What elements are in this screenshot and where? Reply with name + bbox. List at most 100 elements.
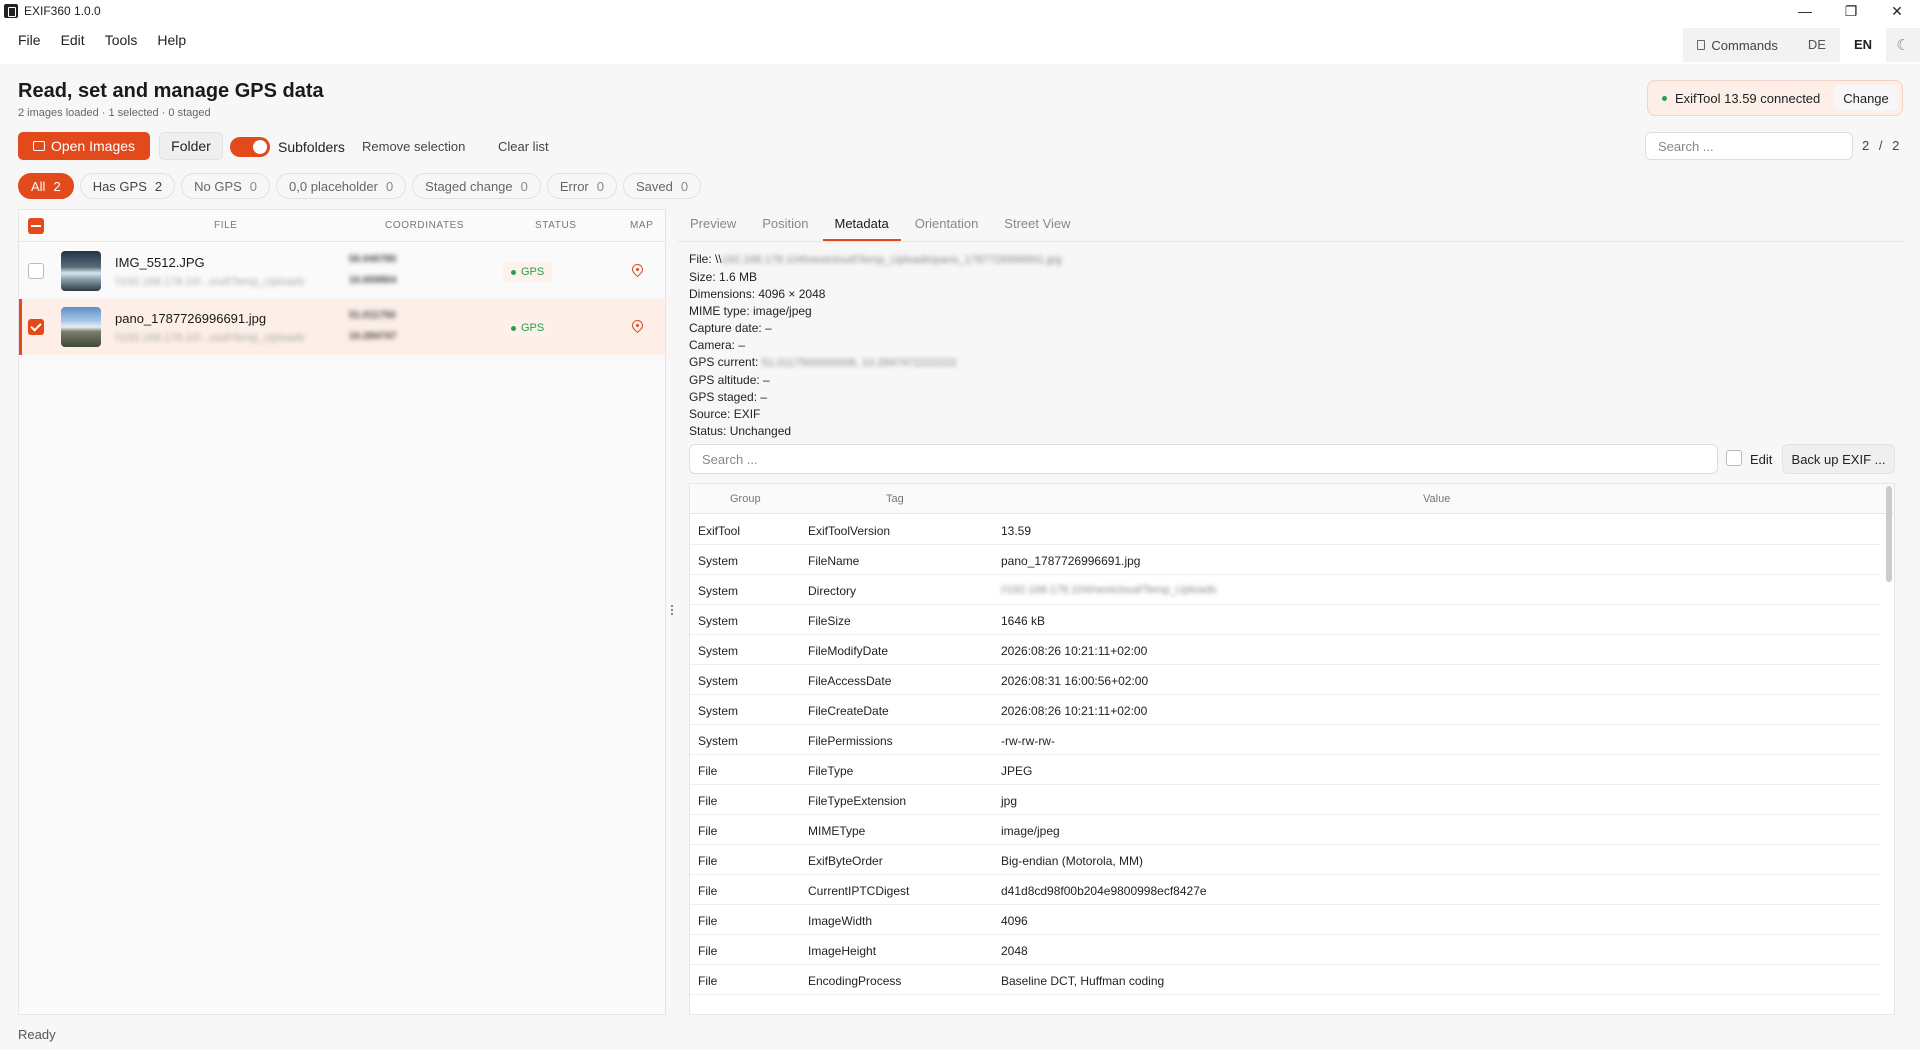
metadata-table: Group Tag Value ExifTool ExifToolVersion 1… <box>689 483 1895 1015</box>
table-row[interactable]: File FileType JPEG <box>690 755 1880 785</box>
pager-indicator: 2 / 2 <box>1862 138 1903 153</box>
open-images-button[interactable]: Open Images <box>18 132 150 160</box>
table-row[interactable]: File ImageHeight 2048 <box>690 935 1880 965</box>
filter-error[interactable]: Error 0 <box>546 173 617 199</box>
commands-label: Commands <box>1711 37 1778 53</box>
theme-toggle-icon[interactable]: ☾ <box>1886 28 1920 62</box>
metadata-tag: FileName <box>808 554 860 568</box>
commands-button[interactable]: Commands <box>1683 38 1793 53</box>
row-checkbox[interactable] <box>28 263 44 279</box>
select-all-checkbox[interactable] <box>28 218 44 234</box>
close-icon[interactable]: ✕ <box>1874 0 1920 22</box>
column-value[interactable]: Value <box>1423 493 1450 505</box>
tab-street-view[interactable]: Street View <box>992 209 1082 241</box>
lang-de-button[interactable]: DE <box>1794 28 1840 62</box>
window-title: EXIF360 1.0.0 <box>24 4 101 18</box>
metadata-group: System <box>698 584 739 598</box>
tab-metadata[interactable]: Metadata <box>822 209 901 241</box>
change-exiftool-button[interactable]: Change <box>1834 85 1898 111</box>
row-checkbox[interactable] <box>28 319 44 335</box>
menu-file[interactable]: File <box>8 29 51 51</box>
edit-checkbox[interactable] <box>1726 450 1742 466</box>
status-badge: GPS <box>503 262 553 282</box>
metadata-group: System <box>698 644 739 658</box>
metadata-value: //192.168.178.104/nextcloud/Temp_Uploads <box>1001 584 1217 596</box>
table-row[interactable]: pano_1787726996691.jpg \\192.168.178.10\… <box>19 299 665 355</box>
table-row[interactable]: File ImageWidth 4096 <box>690 905 1880 935</box>
metadata-tag: ExifByteOrder <box>808 854 883 868</box>
file-search-input[interactable] <box>1645 132 1853 160</box>
edit-label: Edit <box>1750 452 1773 467</box>
table-row[interactable]: File FileTypeExtension jpg <box>690 785 1880 815</box>
tab-preview[interactable]: Preview <box>678 209 748 241</box>
table-row[interactable]: File CurrentIPTCDigest d41d8cd98f00b204e98… <box>690 875 1880 905</box>
table-row[interactable]: System FileName pano_1787726996691.jpg <box>690 545 1880 575</box>
maximize-icon[interactable]: ❐ <box>1828 0 1874 22</box>
metadata-group: File <box>698 944 718 958</box>
table-row[interactable]: File EncodingProcess Baseline DCT, Huffman… <box>690 965 1880 995</box>
backup-exif-button[interactable]: Back up EXIF ... <box>1782 444 1895 474</box>
map-pin-icon[interactable] <box>629 261 646 278</box>
pane-splitter-handle[interactable] <box>670 605 674 619</box>
info-dimensions: Dimensions: 4096 × 2048 <box>689 287 826 301</box>
chip-count: 2 <box>53 178 61 194</box>
metadata-group: System <box>698 674 739 688</box>
filter-saved[interactable]: Saved 0 <box>623 173 702 199</box>
chip-label: No GPS <box>194 178 242 194</box>
menu-help[interactable]: Help <box>147 29 196 51</box>
metadata-group: File <box>698 794 718 808</box>
gps-current-label: GPS current: <box>689 355 759 369</box>
map-pin-icon[interactable] <box>629 317 646 334</box>
table-row[interactable]: System FileModifyDate 2026:08:26 10:21:11+… <box>690 635 1880 665</box>
column-group[interactable]: Group <box>730 493 761 505</box>
tab-position[interactable]: Position <box>750 209 820 241</box>
tab-orientation[interactable]: Orientation <box>903 209 991 241</box>
filter-no-gps[interactable]: No GPS 0 <box>181 173 271 199</box>
column-coordinates[interactable]: COORDINATES <box>385 220 464 231</box>
table-row[interactable]: System Directory //192.168.178.104/nextclo… <box>690 575 1880 605</box>
metadata-value: Big-endian (Motorola, MM) <box>1001 854 1144 868</box>
file-name: pano_1787726996691.jpg <box>115 311 267 326</box>
metadata-group: System <box>698 614 739 628</box>
menu-tools[interactable]: Tools <box>95 29 148 51</box>
metadata-tag: FilePermissions <box>808 734 893 748</box>
table-row[interactable]: IMG_5512.JPG \\192.168.178.10\...oud\Tem… <box>19 243 665 299</box>
longitude: 10.659804 <box>349 275 397 286</box>
metadata-tag: FileSize <box>808 614 851 628</box>
folder-button[interactable]: Folder <box>159 132 223 160</box>
lang-en-button[interactable]: EN <box>1839 28 1886 62</box>
column-tag[interactable]: Tag <box>886 493 904 505</box>
table-row[interactable]: File ExifByteOrder Big-endian (Motorola, M… <box>690 845 1880 875</box>
subfolders-toggle[interactable] <box>230 137 270 157</box>
metadata-group: File <box>698 884 718 898</box>
minimize-icon[interactable]: — <box>1782 0 1828 22</box>
info-capture-date: Capture date: – <box>689 321 772 335</box>
filter-placeholder[interactable]: 0,0 placeholder 0 <box>276 173 407 199</box>
metadata-value: 2026:08:26 10:21:11+02:00 <box>1001 704 1148 718</box>
thumbnail <box>61 251 101 291</box>
table-row[interactable]: ExifTool ExifToolVersion 13.59 <box>690 515 1880 545</box>
column-status[interactable]: STATUS <box>535 220 577 231</box>
chip-count: 2 <box>154 178 163 194</box>
metadata-scrollbar[interactable] <box>1886 486 1892 582</box>
menu-edit[interactable]: Edit <box>51 29 95 51</box>
status-bar-text: Ready <box>18 1027 56 1042</box>
clear-list-button[interactable]: Clear list <box>498 139 549 154</box>
file-list-panel: FILE COORDINATES STATUS MAP IMG_5512.JPG… <box>18 209 666 1015</box>
filter-all[interactable]: All 2 <box>18 173 74 199</box>
remove-selection-button[interactable]: Remove selection <box>362 139 465 154</box>
chip-count: 0 <box>520 178 528 194</box>
metadata-tag: FileType <box>808 764 854 778</box>
info-source: Source: EXIF <box>689 407 761 421</box>
table-row[interactable]: System FileCreateDate 2026:08:26 10:21:11+… <box>690 695 1880 725</box>
window-controls: — ❐ ✕ <box>1782 0 1920 22</box>
column-file[interactable]: FILE <box>214 220 238 231</box>
table-row[interactable]: System FileSize 1646 kB <box>690 605 1880 635</box>
table-row[interactable]: System FileAccessDate 2026:08:31 16:00:56+… <box>690 665 1880 695</box>
filter-has-gps[interactable]: Has GPS 2 <box>79 173 176 199</box>
table-row[interactable]: System FilePermissions -rw-rw-rw- <box>690 725 1880 755</box>
metadata-search-input[interactable] <box>689 444 1718 474</box>
column-map[interactable]: MAP <box>630 220 653 231</box>
table-row[interactable]: File MIMEType image/jpeg <box>690 815 1880 845</box>
filter-staged-change[interactable]: Staged change 0 <box>412 173 541 199</box>
